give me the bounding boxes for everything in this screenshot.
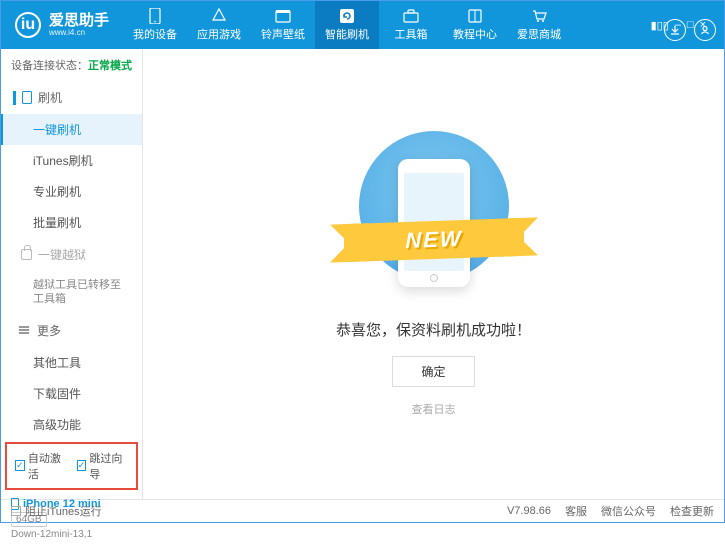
top-nav: 我的设备 应用游戏 铃声壁纸 智能刷机 工具箱 教程中心 爱思商城 (123, 1, 633, 49)
sidebar-section-flash[interactable]: 刷机 (1, 81, 142, 114)
cart-icon (531, 8, 547, 24)
nav-my-device[interactable]: 我的设备 (123, 1, 187, 49)
view-log-link[interactable]: 查看日志 (412, 401, 456, 417)
checkbox-icon: ✓ (77, 460, 87, 471)
ribbon-text: NEW (405, 226, 462, 254)
nav-smart-flash[interactable]: 智能刷机 (315, 1, 379, 49)
app-header: iu 爱思助手 www.i4.cn 我的设备 应用游戏 铃声壁纸 智能刷机 工具… (1, 1, 724, 49)
checkbox-icon (11, 506, 21, 516)
sidebar-section-more[interactable]: 更多 (1, 314, 142, 347)
sidebar-item-batch-flash[interactable]: 批量刷机 (1, 207, 142, 238)
nav-tutorials[interactable]: 教程中心 (443, 1, 507, 49)
nav-apps[interactable]: 应用游戏 (187, 1, 251, 49)
sidebar-item-advanced[interactable]: 高级功能 (1, 409, 142, 440)
refresh-icon (339, 8, 355, 24)
sidebar-item-download-firmware[interactable]: 下载固件 (1, 378, 142, 409)
logo[interactable]: iu 爱思助手 www.i4.cn (1, 12, 123, 38)
checkbox-icon: ✓ (15, 460, 25, 471)
sidebar: 设备连接状态：正常模式 刷机 一键刷机 iTunes刷机 专业刷机 批量刷机 一… (1, 49, 143, 499)
logo-icon: iu (15, 12, 41, 38)
sidebar-item-other-tools[interactable]: 其他工具 (1, 347, 142, 378)
confirm-button[interactable]: 确定 (392, 356, 474, 387)
checkbox-auto-activate[interactable]: ✓ 自动激活 (15, 450, 67, 482)
logo-url: www.i4.cn (49, 28, 109, 37)
toolbox-icon (403, 8, 419, 24)
sidebar-item-itunes-flash[interactable]: iTunes刷机 (1, 145, 142, 176)
success-message: 恭喜您，保资料刷机成功啦！ (336, 319, 531, 340)
sidebar-item-oneclick-flash[interactable]: 一键刷机 (1, 114, 142, 145)
check-update-link[interactable]: 检查更新 (670, 503, 714, 519)
success-illustration: NEW (334, 131, 534, 301)
checkbox-skip-guide[interactable]: ✓ 跳过向导 (77, 450, 129, 482)
menu-icon (19, 325, 31, 336)
sidebar-jailbreak-note: 越狱工具已转移至 工具箱 (1, 271, 142, 314)
user-icon[interactable] (694, 19, 716, 41)
nav-ringtones[interactable]: 铃声壁纸 (251, 1, 315, 49)
wallet-icon (275, 8, 291, 24)
logo-title: 爱思助手 (49, 13, 109, 28)
sidebar-item-pro-flash[interactable]: 专业刷机 (1, 176, 142, 207)
wechat-link[interactable]: 微信公众号 (601, 503, 656, 519)
phone-icon (147, 8, 163, 24)
nav-store[interactable]: 爱思商城 (507, 1, 571, 49)
nav-toolbox[interactable]: 工具箱 (379, 1, 443, 49)
apps-icon (211, 8, 227, 24)
version-label: V7.98.66 (507, 505, 551, 517)
sidebar-section-jailbreak: 一键越狱 (1, 238, 142, 271)
book-icon (467, 8, 483, 24)
support-link[interactable]: 客服 (565, 503, 587, 519)
connection-status: 设备连接状态：正常模式 (1, 49, 142, 81)
checkbox-block-itunes[interactable]: 阻止iTunes运行 (11, 503, 102, 519)
device-detail: Down-12mini-13,1 (11, 529, 132, 540)
main-content: NEW 恭喜您，保资料刷机成功啦！ 确定 查看日志 (143, 49, 724, 499)
checkbox-row: ✓ 自动激活 ✓ 跳过向导 (5, 442, 138, 490)
phone-icon (22, 91, 32, 104)
download-icon[interactable] (664, 19, 686, 41)
lock-icon (21, 249, 32, 260)
